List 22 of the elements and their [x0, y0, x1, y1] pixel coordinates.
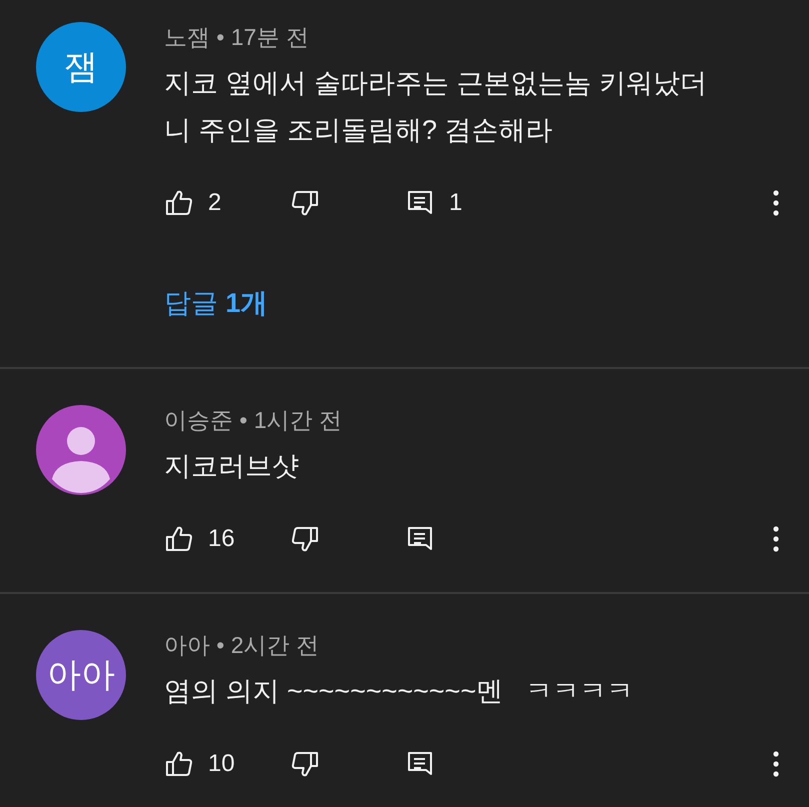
comment-text: 지코 옆에서 술따라주는 근본없는놈 키워났더니 주인을 조리돌림해? 겸손해라	[164, 67, 708, 147]
comment-meta: 이승준 • 1시간 전	[164, 406, 344, 435]
more-options-icon[interactable]	[771, 524, 781, 554]
more-options-icon[interactable]	[771, 749, 781, 779]
like-icon[interactable]	[164, 188, 194, 218]
dislike-icon[interactable]	[290, 749, 320, 779]
comment-meta: 아아 • 2시간 전	[164, 631, 320, 660]
like-icon[interactable]	[164, 524, 194, 554]
reply-count: 1	[449, 188, 462, 218]
comment-meta: 노잼 • 17분 전	[164, 23, 310, 52]
dislike-icon[interactable]	[290, 524, 320, 554]
comment-text: 지코러브샷	[164, 450, 300, 483]
avatar: 잼	[36, 22, 126, 112]
replies-link[interactable]: 답글 1개	[164, 287, 268, 319]
like-icon[interactable]	[164, 749, 194, 779]
dislike-icon[interactable]	[290, 188, 320, 218]
avatar: 아아	[36, 630, 126, 720]
like-count: 16	[208, 524, 235, 554]
comment-text: 염의 의지 ~~~~~~~~~~~~멘 ㅋㅋㅋㅋ	[164, 675, 635, 708]
more-options-icon[interactable]	[771, 188, 781, 218]
like-count: 10	[208, 749, 235, 779]
like-count: 2	[208, 188, 222, 218]
